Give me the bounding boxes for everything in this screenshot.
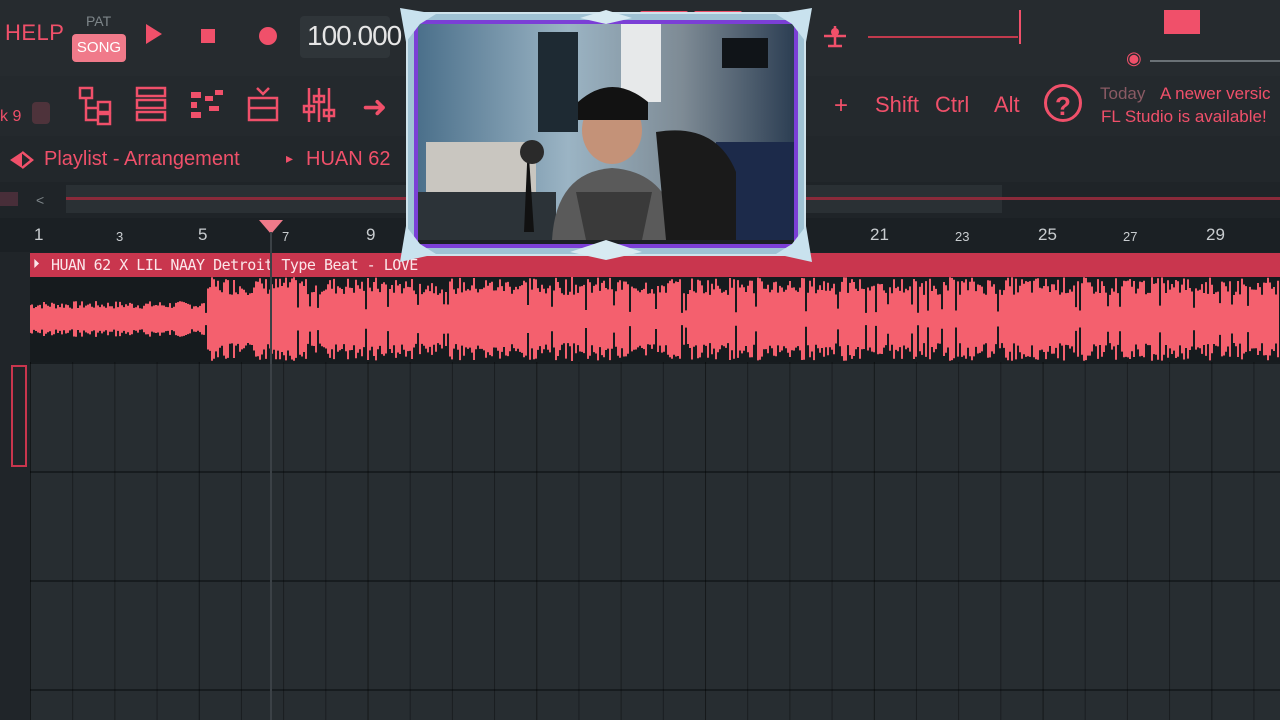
bar-number-25: 25 (1038, 225, 1057, 244)
news-message-2[interactable]: FL Studio is available! (1101, 107, 1267, 127)
snap-icon[interactable] (0, 192, 18, 206)
waveform-path (29, 277, 1279, 361)
bar-number-5: 5 (198, 225, 208, 244)
news-message[interactable]: A newer versic (1160, 84, 1271, 104)
clip-title[interactable]: HUAN 62 X LIL NAAY Detroit Type Beat - L… (51, 256, 418, 274)
arrow-icon[interactable]: ➜ (362, 90, 387, 125)
help-menu[interactable]: HELP (5, 20, 64, 46)
track-selector[interactable] (11, 365, 27, 467)
tempo-value[interactable]: 100.000 (307, 20, 402, 52)
bar-number-21: 21 (870, 225, 889, 244)
breadcrumb-separator: ▸ (286, 150, 294, 166)
bar-number-27: 27 (1123, 229, 1138, 244)
play-icon[interactable] (146, 24, 162, 44)
piano-roll-icon[interactable] (187, 84, 227, 126)
grid-bar-lines (30, 362, 1280, 720)
master-volume-track[interactable] (868, 36, 1018, 38)
eye-icon[interactable]: ◉ (1126, 48, 1142, 69)
output-waveform (1150, 52, 1280, 62)
news-date: Today (1100, 84, 1146, 103)
arrangement-name[interactable]: HUAN 62 (306, 148, 390, 171)
help-icon[interactable]: ? (1044, 84, 1082, 122)
clip-menu-icon[interactable]: ⏵ (33, 256, 40, 272)
channel-rack-icon[interactable] (131, 84, 171, 126)
bar-number-3: 3 (116, 229, 124, 244)
playhead-line (270, 232, 272, 720)
alt-button[interactable]: Alt (994, 92, 1020, 118)
playlist-title: Playlist - Arrangement (44, 148, 240, 170)
song-mode-button[interactable]: SONG (72, 34, 126, 62)
cpu-meter (1164, 10, 1200, 34)
track-header-panel (0, 252, 30, 720)
ctrl-button[interactable]: Ctrl (935, 92, 969, 118)
speaker-icon[interactable] (8, 148, 35, 172)
lock-icon[interactable] (32, 102, 50, 124)
webcam-frame (400, 8, 812, 262)
bar-number-1: 1 (34, 225, 44, 244)
mixer-icon[interactable] (299, 84, 339, 126)
audio-clip-waveform[interactable] (29, 277, 1280, 362)
stop-icon[interactable] (201, 29, 215, 43)
record-icon[interactable] (259, 27, 277, 45)
pattern-number[interactable]: k 9 (0, 108, 21, 126)
bar-number-7: 7 (282, 229, 290, 244)
metronome-icon[interactable] (818, 22, 852, 52)
browser-icon[interactable] (243, 84, 283, 126)
bar-number-9: 9 (366, 225, 376, 244)
master-volume-handle[interactable] (1019, 10, 1021, 44)
add-button[interactable]: + (834, 92, 848, 120)
bar-number-23: 23 (955, 229, 970, 244)
playlist-icon[interactable] (76, 84, 116, 126)
scroll-left-icon[interactable]: < (36, 192, 44, 208)
pattern-mode-label[interactable]: PAT (86, 13, 111, 29)
bar-number-29: 29 (1206, 225, 1225, 244)
shift-button[interactable]: Shift (875, 92, 919, 118)
